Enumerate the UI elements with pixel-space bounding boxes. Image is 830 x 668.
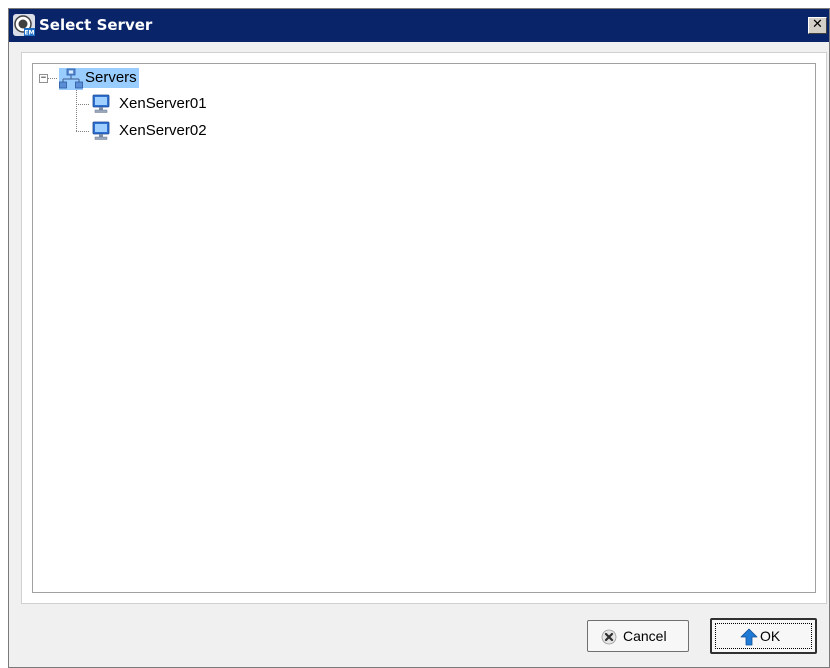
title-bar[interactable]: EM Select Server ✕: [9, 9, 829, 42]
tree-connector: [76, 90, 77, 131]
computer-monitor-icon: [92, 121, 110, 140]
cancel-button[interactable]: Cancel: [587, 620, 689, 652]
up-arrow-icon: [740, 628, 758, 646]
tree-connector: [48, 78, 57, 79]
cancel-x-icon: [601, 629, 617, 645]
select-server-dialog: EM Select Server ✕ − Servers XenServer01…: [8, 8, 830, 668]
tree-item-label[interactable]: XenServer01: [117, 94, 209, 114]
server-tree[interactable]: − Servers XenServer01 XenServer02: [32, 63, 816, 593]
tree-item-label[interactable]: XenServer02: [117, 121, 209, 141]
app-icon: EM: [13, 14, 35, 36]
collapse-toggle[interactable]: −: [39, 74, 48, 83]
ok-button[interactable]: OK: [710, 618, 817, 654]
tree-connector: [76, 104, 89, 105]
dialog-title: Select Server: [39, 16, 153, 34]
tree-connector: [76, 131, 89, 132]
ok-button-label: OK: [760, 628, 781, 644]
content-frame: − Servers XenServer01 XenServer02: [21, 52, 827, 604]
tree-root-label[interactable]: Servers: [83, 68, 139, 88]
close-button[interactable]: ✕: [808, 17, 827, 34]
computer-monitor-icon: [92, 94, 110, 113]
cancel-button-label: Cancel: [623, 628, 667, 644]
svg-text:EM: EM: [24, 30, 34, 37]
network-servers-icon: [59, 68, 83, 90]
